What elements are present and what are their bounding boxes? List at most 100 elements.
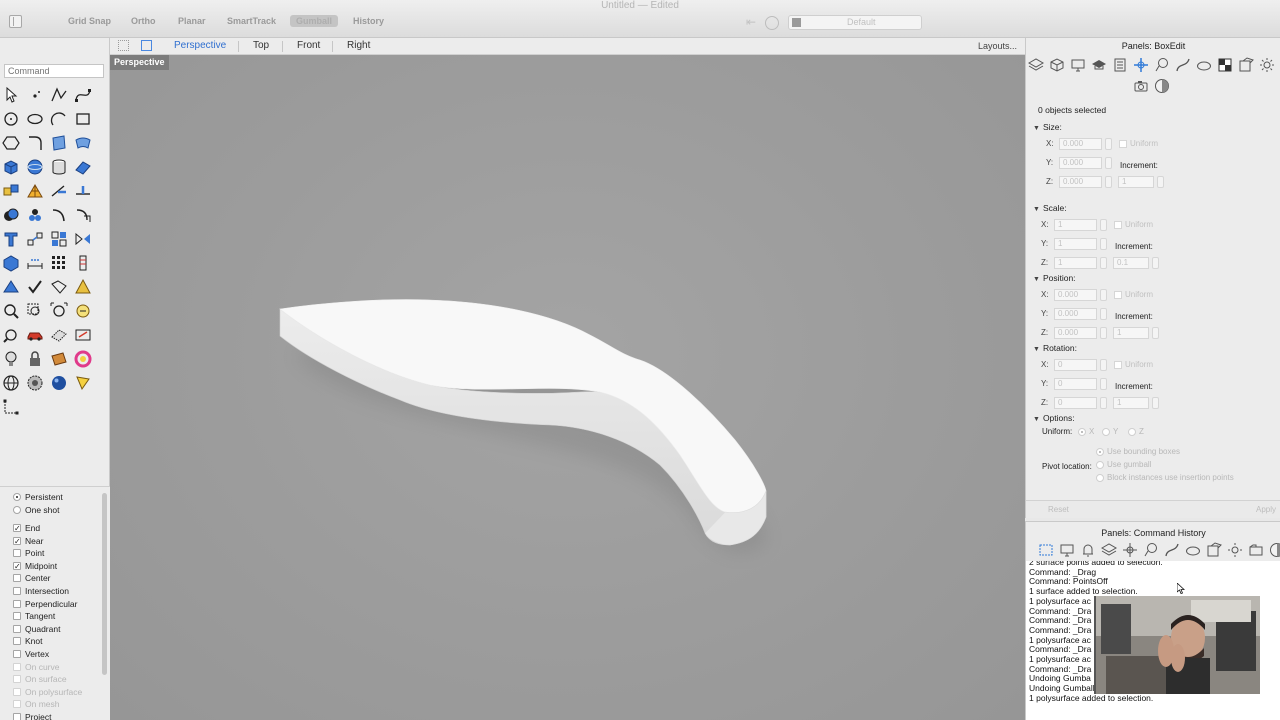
sidebar-toggle-icon[interactable]: [9, 15, 22, 28]
check-icon[interactable]: [26, 278, 44, 296]
camera-icon[interactable]: [1133, 78, 1149, 94]
surface-from-curves-icon[interactable]: [50, 134, 68, 152]
box-solid-icon[interactable]: [2, 158, 20, 176]
osnap-item[interactable]: On curve: [13, 661, 60, 673]
four-viewports-icon[interactable]: [118, 40, 129, 51]
osnap-item[interactable]: On surface: [13, 673, 67, 685]
scale-section-header[interactable]: ▼ Scale:: [1033, 203, 1067, 213]
zoom-window-icon[interactable]: [26, 302, 44, 320]
size-section-header[interactable]: ▼ Size:: [1033, 122, 1062, 132]
color-wheel-icon[interactable]: [74, 350, 92, 368]
viewport-label[interactable]: Perspective: [110, 55, 169, 70]
osnap-item[interactable]: Perpendicular: [13, 598, 77, 610]
scale-x-field[interactable]: 1: [1054, 219, 1097, 231]
hatch-icon[interactable]: [74, 254, 92, 272]
curve-tool-icon[interactable]: [1175, 57, 1191, 73]
layouts-button[interactable]: Layouts...: [978, 41, 1017, 51]
tab-right[interactable]: Right: [347, 40, 370, 51]
dimension-tools-icon[interactable]: [2, 398, 20, 416]
split-icon[interactable]: [50, 182, 68, 200]
lock-icon[interactable]: [26, 350, 44, 368]
checkbox-checked-icon[interactable]: ✓: [13, 536, 21, 545]
extrude-surface-icon[interactable]: [74, 158, 92, 176]
rotation-y-field[interactable]: 0: [1054, 378, 1097, 390]
help-icon[interactable]: [1091, 57, 1107, 73]
rotation-z-field[interactable]: 0: [1054, 397, 1097, 409]
size-z-field[interactable]: 0.000: [1059, 176, 1102, 188]
tab-front[interactable]: Front: [297, 40, 320, 51]
osnap-item[interactable]: Tangent: [13, 610, 55, 622]
scale-x-stepper[interactable]: [1100, 219, 1107, 231]
point-icon[interactable]: [26, 86, 44, 104]
select-box-icon[interactable]: [1038, 542, 1054, 558]
checkbox-icon[interactable]: [13, 599, 21, 608]
checkbox-icon[interactable]: [13, 687, 21, 696]
perspective-viewport[interactable]: Perspective: [110, 55, 1025, 720]
position-section-header[interactable]: ▼ Position:: [1033, 273, 1076, 283]
extend-icon[interactable]: [74, 182, 92, 200]
loft-curves-icon[interactable]: [50, 278, 68, 296]
position-x-stepper[interactable]: [1100, 289, 1107, 301]
rotation-increment-field[interactable]: 1: [1113, 397, 1149, 409]
osnap-item[interactable]: Vertex: [13, 648, 49, 660]
size-x-stepper[interactable]: [1105, 138, 1112, 150]
osnap-item[interactable]: On mesh: [13, 698, 60, 710]
history-button[interactable]: History: [353, 16, 384, 26]
ellipse-icon[interactable]: [26, 110, 44, 128]
tab-top[interactable]: Top: [253, 40, 269, 51]
command-history-log[interactable]: 2 surface points added to selection. Comm…: [1026, 561, 1280, 720]
polygon-icon[interactable]: [2, 134, 20, 152]
cylinder-icon[interactable]: [50, 158, 68, 176]
checkbox-icon[interactable]: [13, 675, 21, 684]
rectangle-icon[interactable]: [74, 110, 92, 128]
object-properties-icon[interactable]: [1049, 57, 1065, 73]
uniform-z-radio[interactable]: Z: [1128, 427, 1144, 436]
osnap-item[interactable]: Knot: [13, 635, 43, 647]
apply-button[interactable]: Apply: [1256, 504, 1276, 516]
layers-icon[interactable]: [1028, 57, 1044, 73]
osnap-persistent[interactable]: Persistent: [13, 491, 63, 503]
display-icon[interactable]: [1059, 542, 1075, 558]
layers-icon[interactable]: [1101, 542, 1117, 558]
osnap-item[interactable]: On polysurface: [13, 686, 82, 698]
pivot-bbox-radio[interactable]: Use bounding boxes: [1096, 447, 1180, 456]
checkbox-icon[interactable]: [13, 650, 21, 658]
checkbox-checked-icon[interactable]: ✓: [13, 561, 21, 570]
sun-icon[interactable]: [1259, 57, 1275, 73]
size-z-stepper[interactable]: [1105, 176, 1112, 188]
cloud-icon[interactable]: [1185, 542, 1201, 558]
checkbox-icon[interactable]: [13, 713, 21, 720]
circle-icon[interactable]: [2, 110, 20, 128]
reset-button[interactable]: Reset: [1048, 504, 1069, 516]
position-uniform-checkbox[interactable]: Uniform: [1114, 290, 1153, 299]
gumball-button[interactable]: Gumball: [290, 15, 339, 27]
notes-icon[interactable]: [1112, 57, 1128, 73]
checkbox-icon[interactable]: [13, 637, 21, 646]
environment-icon[interactable]: [1154, 78, 1170, 94]
pivot-block-radio[interactable]: Block instances use insertion points: [1096, 473, 1234, 482]
checker-icon[interactable]: [1217, 57, 1233, 73]
scale-y-stepper[interactable]: [1100, 238, 1107, 250]
material-icon[interactable]: [50, 350, 68, 368]
zoom-icon[interactable]: [2, 302, 20, 320]
grid-snap-button[interactable]: Grid Snap: [68, 16, 111, 26]
osnap-item[interactable]: Intersection: [13, 585, 69, 597]
osnap-item[interactable]: Quadrant: [13, 623, 60, 635]
checkbox-icon[interactable]: [13, 587, 21, 595]
boolean-split-icon[interactable]: [26, 206, 44, 224]
scale-increment-field[interactable]: 0.1: [1113, 257, 1149, 269]
record-icon[interactable]: [765, 16, 779, 30]
curve-icon[interactable]: [74, 86, 92, 104]
uniform-x-radio[interactable]: X: [1078, 427, 1094, 436]
gumball-move-icon[interactable]: [1133, 57, 1149, 73]
checkbox-icon[interactable]: [1114, 360, 1122, 369]
scale-z-stepper[interactable]: [1100, 257, 1107, 269]
fillet-edge-icon[interactable]: [50, 206, 68, 224]
osnap-item[interactable]: Center: [13, 572, 51, 584]
curve-tool-icon[interactable]: [1164, 542, 1180, 558]
tab-perspective[interactable]: Perspective: [174, 40, 226, 51]
sun-icon[interactable]: [1227, 542, 1243, 558]
material-box-icon[interactable]: [1238, 57, 1254, 73]
ortho-button[interactable]: Ortho: [131, 16, 156, 26]
position-x-field[interactable]: 0.000: [1054, 289, 1097, 301]
